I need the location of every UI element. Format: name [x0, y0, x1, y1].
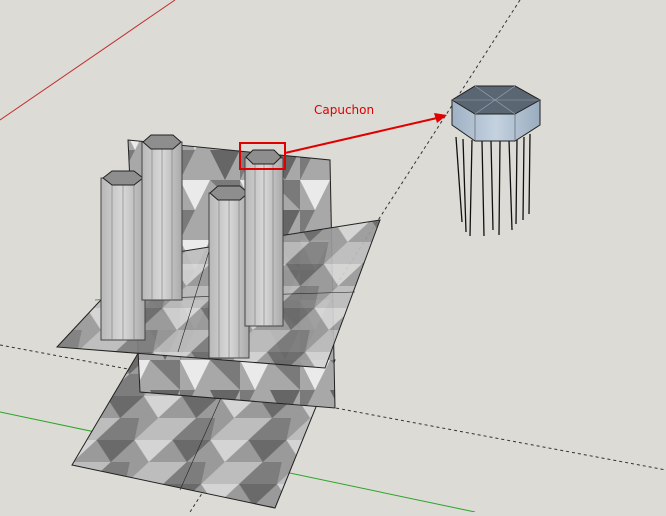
callout-label: Capuchon — [314, 103, 375, 117]
sketchup-3d-viewport[interactable]: Capuchon — [0, 0, 666, 513]
column-4[interactable] — [244, 149, 284, 327]
callout-arrowhead — [434, 113, 447, 123]
model-canvas[interactable] — [0, 0, 666, 513]
column-2[interactable] — [141, 134, 183, 301]
red-axis-line — [0, 0, 176, 121]
callout-arrow — [284, 117, 438, 154]
column-3[interactable] — [208, 185, 250, 359]
column-1[interactable] — [100, 170, 146, 341]
cap-detail-model[interactable] — [451, 85, 542, 237]
